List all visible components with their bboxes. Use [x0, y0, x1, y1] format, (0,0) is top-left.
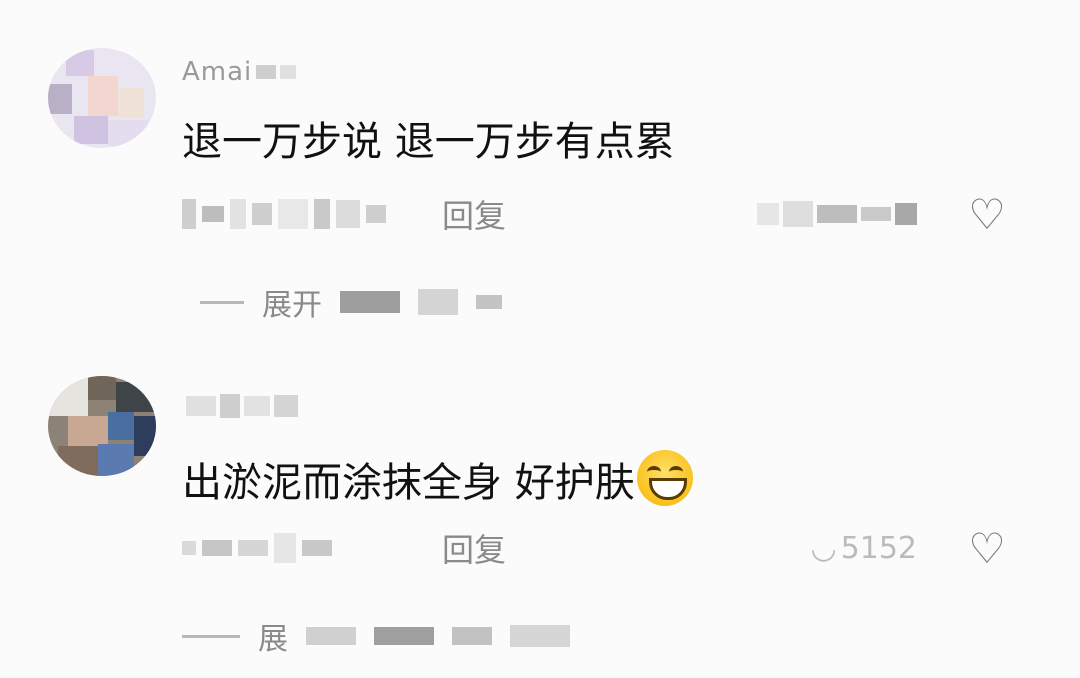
like-count: ◡ 5152 [810, 531, 917, 566]
like-heart-icon[interactable]: ♡ [957, 189, 1017, 239]
blurred-text [418, 289, 458, 315]
blurred-text [476, 295, 502, 309]
comment-text: 退一万步说 退一万步有点累 [182, 119, 675, 165]
avatar[interactable] [48, 48, 156, 148]
comment-text: 出淤泥而涂抹全身 好护肤 [182, 450, 693, 507]
blurred-text [274, 395, 298, 417]
username[interactable] [182, 392, 298, 420]
username-text: Amai [182, 57, 253, 87]
like-count-text: 5152 [840, 530, 917, 566]
blurred-text [256, 65, 277, 79]
reply-button[interactable]: 回复 [442, 191, 506, 237]
comment-meta: 回复 ◡ 5152 ♡ [182, 524, 1042, 573]
like-small-icon: ◡ [810, 530, 837, 566]
blurred-text [280, 65, 297, 79]
avatar[interactable] [48, 376, 156, 476]
like-count-blurred [757, 201, 917, 227]
expand-label: 展 [258, 622, 288, 657]
comment-meta: 回复 ♡ [182, 190, 1042, 239]
blurred-text [186, 396, 216, 416]
reply-button[interactable]: 回复 [442, 525, 506, 571]
comment-text-body: 出淤泥而涂抹全身 好护肤 [182, 460, 635, 506]
blurred-text [452, 627, 492, 645]
blurred-text [374, 627, 434, 645]
blurred-text [306, 627, 356, 645]
blurred-text [340, 291, 400, 313]
timestamp-blurred [182, 199, 442, 229]
username[interactable]: Amai [182, 57, 297, 87]
grinning-squinting-face-icon [636, 450, 693, 506]
expand-label: 展开 [262, 288, 322, 323]
timestamp-blurred [182, 533, 442, 563]
expand-replies[interactable]: 展 [182, 616, 570, 657]
expand-replies[interactable]: 展开 [200, 282, 502, 323]
divider-dash [182, 634, 240, 638]
blurred-text [244, 396, 270, 416]
like-heart-icon[interactable]: ♡ [957, 523, 1017, 573]
blurred-text [510, 625, 570, 647]
divider-dash [200, 300, 244, 304]
blurred-text [220, 394, 240, 418]
